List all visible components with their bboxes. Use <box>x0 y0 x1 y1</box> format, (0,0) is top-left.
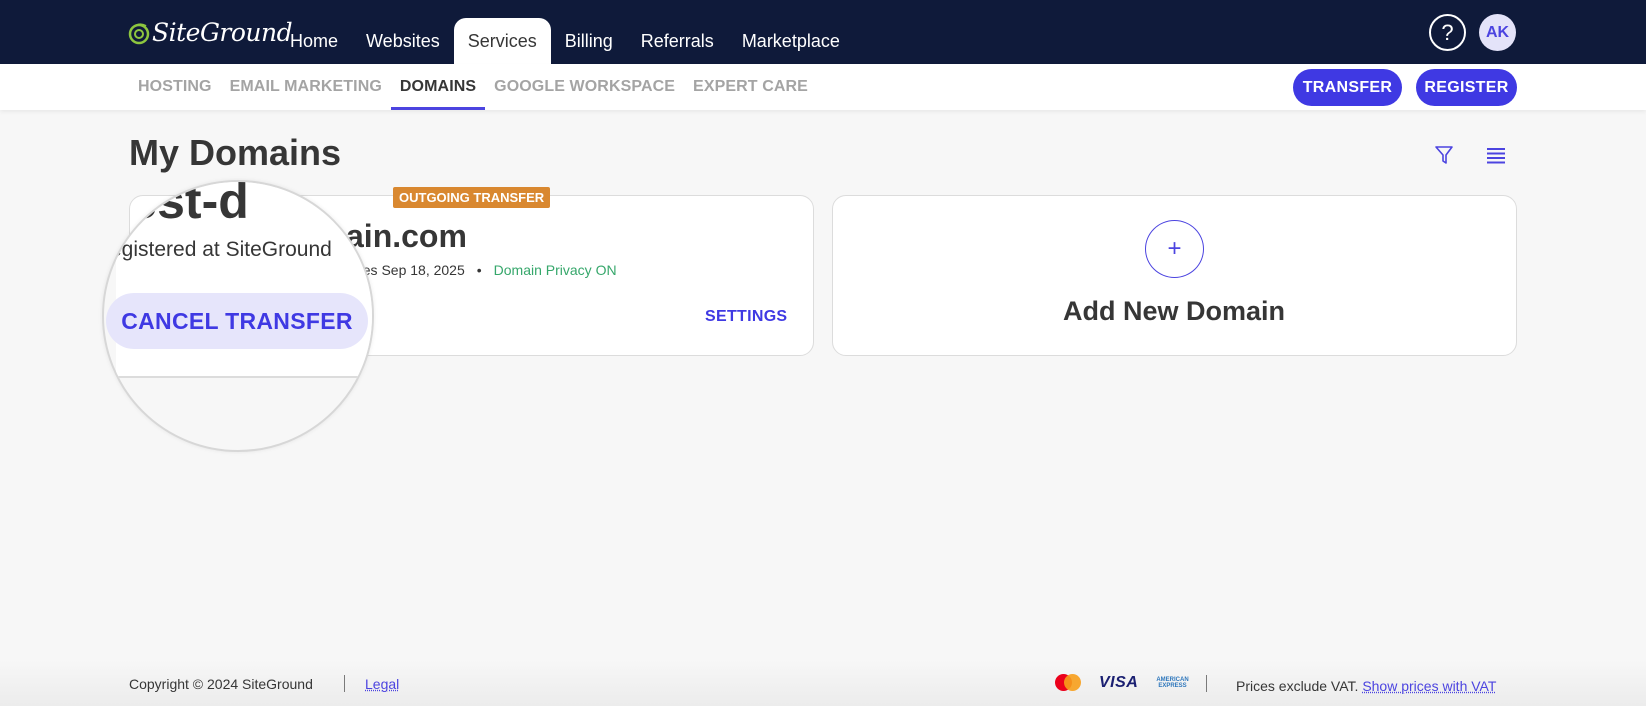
vat-text: Prices exclude VAT. <box>1236 678 1359 694</box>
top-navigation-bar: SiteGround Home Websites Services Billin… <box>0 0 1646 64</box>
services-subnav: HOSTING EMAIL MARKETING DOMAINS GOOGLE W… <box>129 64 817 110</box>
nav-websites[interactable]: Websites <box>352 18 454 64</box>
domain-privacy-status: Domain Privacy ON <box>493 262 617 278</box>
tab-expert-care[interactable]: EXPERT CARE <box>684 64 817 110</box>
footer-divider <box>1206 675 1207 692</box>
siteground-logo-icon <box>128 22 150 44</box>
transfer-button[interactable]: TRANSFER <box>1293 69 1402 106</box>
logo-text: SiteGround <box>152 18 293 47</box>
nav-referrals[interactable]: Referrals <box>627 18 728 64</box>
magnified-registered-text: egistered at SiteGround <box>110 238 332 261</box>
amex-text-2: EXPRESS <box>1158 683 1187 689</box>
plus-icon[interactable]: + <box>1145 220 1204 278</box>
filter-icon[interactable] <box>1434 144 1454 166</box>
avatar[interactable]: AK <box>1479 14 1516 51</box>
copyright-text: Copyright © 2024 SiteGround <box>129 676 313 692</box>
nav-services[interactable]: Services <box>453 18 551 64</box>
tab-domains[interactable]: DOMAINS <box>390 64 486 110</box>
amex-icon: AMERICAN EXPRESS <box>1156 677 1188 689</box>
show-prices-with-vat-link[interactable]: Show prices with VAT <box>1362 678 1496 694</box>
tab-email-marketing[interactable]: EMAIL MARKETING <box>221 64 391 110</box>
nav-home[interactable]: Home <box>276 18 352 64</box>
footer-divider <box>344 675 345 692</box>
register-button[interactable]: REGISTER <box>1416 69 1517 106</box>
list-view-icon[interactable] <box>1486 146 1506 164</box>
payment-methods: VISA AMERICAN EXPRESS <box>1055 674 1189 692</box>
mastercard-icon <box>1055 674 1081 692</box>
visa-icon: VISA <box>1099 674 1139 691</box>
sub-navigation-bar: HOSTING EMAIL MARKETING DOMAINS GOOGLE W… <box>0 64 1646 110</box>
page-title: My Domains <box>129 132 342 173</box>
cancel-transfer-button[interactable]: CANCEL TRANSFER <box>106 293 368 349</box>
tab-hosting[interactable]: HOSTING <box>129 64 221 110</box>
tab-google-workspace[interactable]: GOOGLE WORKSPACE <box>485 64 684 110</box>
nav-marketplace[interactable]: Marketplace <box>728 18 854 64</box>
main-nav: Home Websites Services Billing Referrals… <box>276 18 854 64</box>
meta-separator: • <box>476 262 482 278</box>
outgoing-transfer-badge: OUTGOING TRANSFER <box>393 187 551 208</box>
magnifier-lens: -test-d egistered at SiteGround CANCEL T… <box>102 180 374 452</box>
add-new-domain-label[interactable]: Add New Domain <box>1000 296 1348 327</box>
siteground-logo[interactable]: SiteGround <box>128 18 293 47</box>
magnified-domain-name: -test-d <box>102 180 249 229</box>
magnifier-content: -test-d egistered at SiteGround CANCEL T… <box>104 182 372 450</box>
settings-button[interactable]: SETTINGS <box>705 308 787 326</box>
legal-link[interactable]: Legal <box>365 676 399 692</box>
domain-meta: ires Sep 18, 2025 • Domain Privacy ON <box>355 262 617 278</box>
vat-notice: Prices exclude VAT. Show prices with VAT <box>1236 678 1496 694</box>
nav-billing[interactable]: Billing <box>551 18 627 64</box>
help-icon[interactable]: ? <box>1429 14 1466 51</box>
